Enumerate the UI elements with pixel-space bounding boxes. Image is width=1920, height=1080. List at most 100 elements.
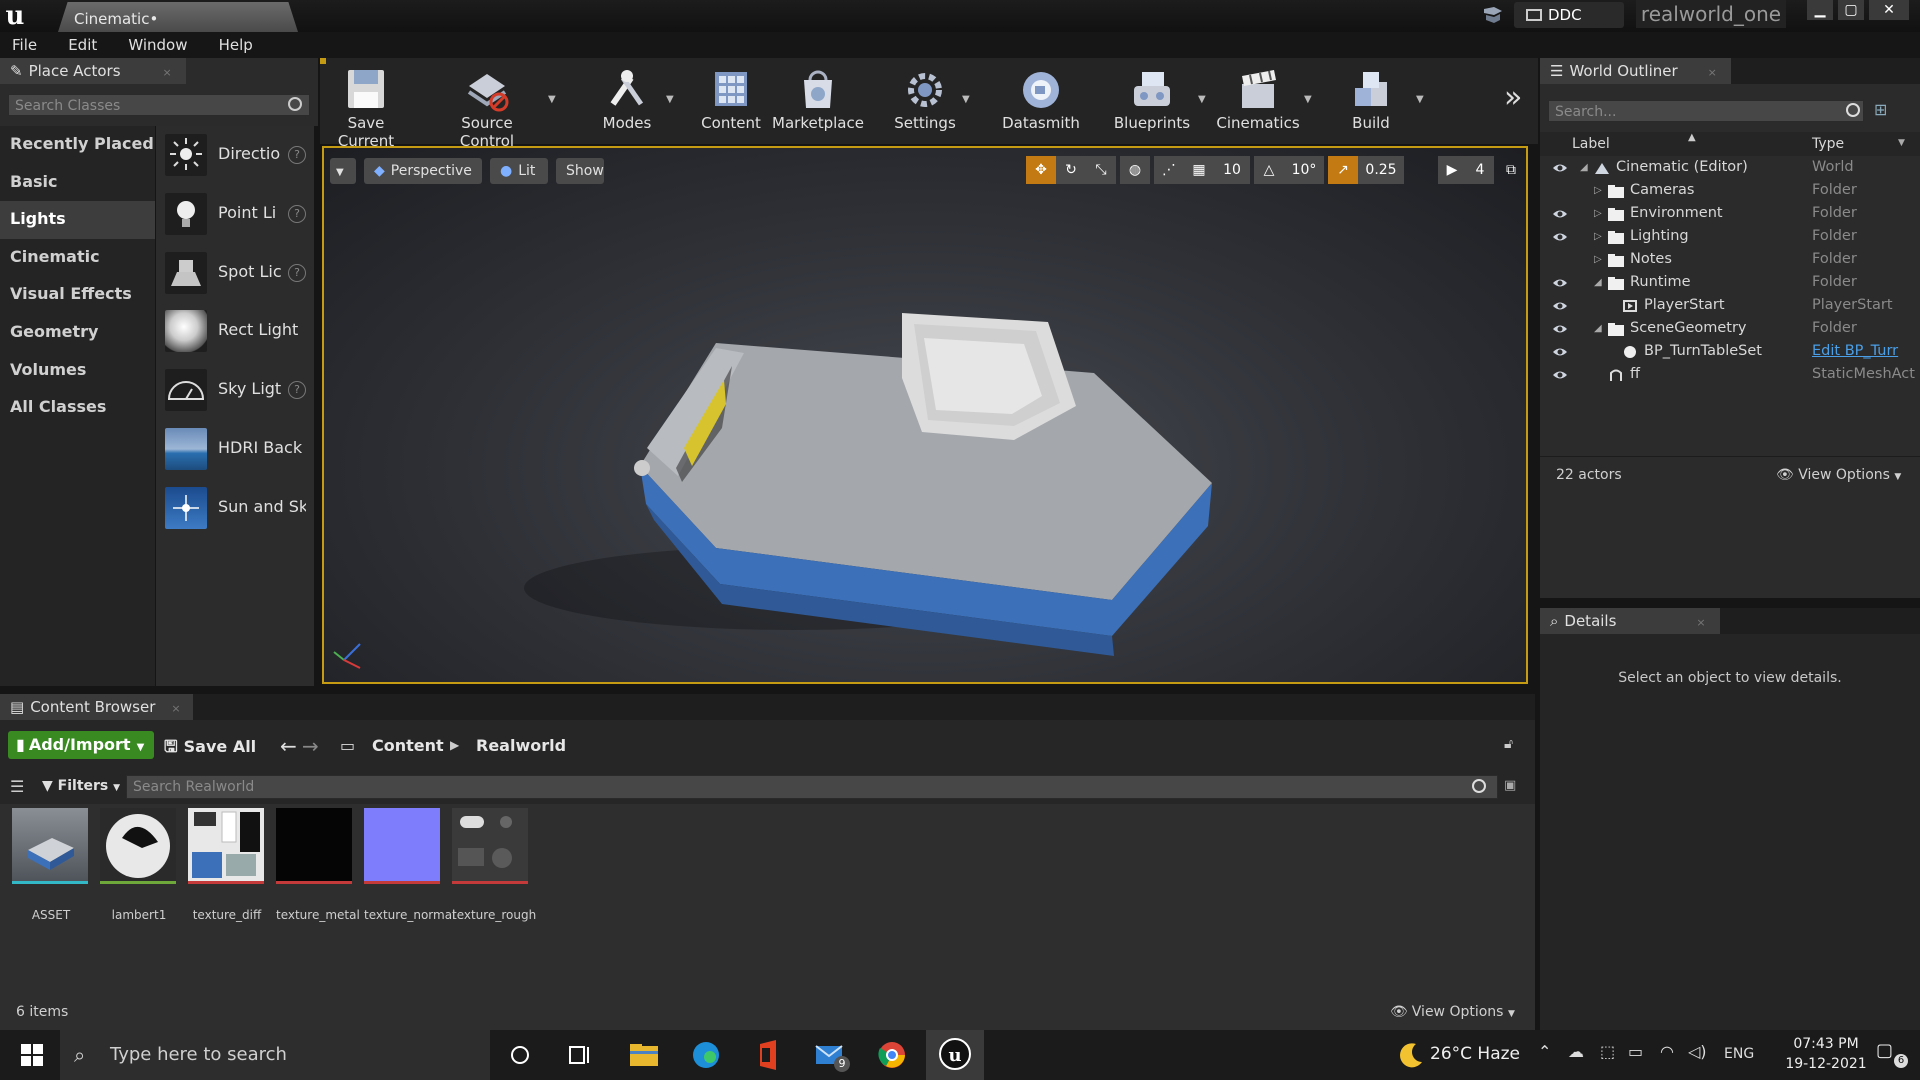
chrome-icon[interactable] [872,1038,912,1072]
outliner-search-input[interactable]: Search... [1548,100,1864,122]
sources-toggle-icon[interactable]: ☰ [10,777,24,796]
cortana-icon[interactable] [500,1038,540,1072]
outliner-row[interactable]: ▷ Environment Folder [1540,202,1920,225]
battery-icon[interactable]: ▭ [1628,1042,1643,1061]
edit-blueprint-link[interactable]: Edit BP_Turr [1812,340,1898,363]
content-view-options-button[interactable]: 👁︎ View Options ▼ [1390,1004,1515,1020]
file-explorer-icon[interactable] [624,1038,664,1072]
outliner-add-icon[interactable]: ⊞ [1874,100,1887,119]
tree-expander-icon[interactable]: ▷ [1594,202,1602,225]
outliner-row[interactable]: ▷ Cameras Folder [1540,179,1920,202]
content-browser-close-icon[interactable]: × [171,702,180,715]
weather-moon-icon[interactable] [1390,1038,1430,1072]
asset-tile[interactable]: texture_normal [364,808,455,922]
tree-expander-icon[interactable]: ▷ [1594,179,1602,202]
outliner-row[interactable]: ▷ Lighting Folder [1540,225,1920,248]
wifi-icon[interactable]: ◠ [1660,1042,1674,1061]
level-viewport[interactable]: ▼ ◆ Perspective ● Lit Show ✥ ↻ ⤡ ◍ ⋰ ▦ 10 … [322,146,1528,684]
world-outliner-tab[interactable]: ☰ World Outliner × [1540,58,1731,84]
save-search-icon[interactable]: ▣ [1504,778,1516,793]
visibility-eye-icon[interactable] [1552,206,1568,220]
visibility-eye-icon[interactable] [1552,160,1568,174]
category-volumes[interactable]: Volumes [0,352,155,390]
input-language[interactable]: ENG [1724,1046,1754,1062]
actor-item-rect-light[interactable]: Rect Light [156,302,314,361]
close-button[interactable]: ✕ [1869,0,1909,20]
actor-item-sun-and-sky[interactable]: Sun and Sk [156,479,314,538]
breadcrumb-realworld[interactable]: Realworld [476,736,566,755]
notifications-icon[interactable]: ▢ 6 [1876,1040,1908,1070]
place-actors-search-input[interactable]: Search Classes [8,94,310,116]
weather-text[interactable]: 26°C Haze [1430,1044,1520,1064]
content-search-input[interactable]: Search Realworld [126,775,1498,799]
outliner-row[interactable]: ◢ Cinematic (Editor) World [1540,156,1920,179]
actor-item-sky-light[interactable]: Sky Ligt ? [156,361,314,420]
volume-icon[interactable]: ◁) [1688,1042,1707,1061]
chevron-down-icon[interactable]: ▼ [1898,138,1905,148]
taskbar-search-input[interactable]: ⌕ Type here to search [60,1030,490,1080]
forward-arrow-icon[interactable]: → [302,734,319,758]
save-all-button[interactable]: 🖫 Save All [164,736,256,763]
outliner-view-options-button[interactable]: 👁︎ View Options ▼ [1776,467,1901,483]
toolbar-source-control[interactable]: Source Control ▼ [432,58,556,150]
mail-icon[interactable]: 9 [810,1038,850,1072]
actor-item-point-light[interactable]: Point Li ? [156,185,314,244]
outliner-row[interactable]: PlayerStart PlayerStart [1540,294,1920,317]
outliner-row[interactable]: ff StaticMeshAct [1540,363,1920,386]
actor-item-spot-light[interactable]: Spot Lic ? [156,244,314,303]
lock-icon[interactable]: 🔓︎ [1504,736,1513,752]
toolbar-blueprints[interactable]: Blueprints ▼ [1102,58,1206,144]
toolbar-more-icon[interactable]: » [1504,80,1522,115]
help-icon[interactable]: ? [288,204,306,223]
office-icon[interactable] [748,1038,788,1072]
chevron-down-icon[interactable]: ▼ [962,94,970,105]
menu-edit[interactable]: Edit [68,32,97,54]
menu-window[interactable]: Window [128,32,187,54]
chevron-down-icon[interactable]: ▼ [1198,94,1206,105]
column-type[interactable]: Type [1812,136,1844,152]
help-icon[interactable]: ? [288,146,306,164]
meet-now-icon[interactable]: ⬚ [1600,1042,1615,1061]
filters-button[interactable]: ▼ Filters ▼ [42,778,120,794]
category-geometry[interactable]: Geometry [0,314,155,352]
actor-item-directional-light[interactable]: Directio ? [156,126,314,185]
category-visual-effects[interactable]: Visual Effects [0,276,155,314]
toolbar-build[interactable]: Build ▼ [1326,58,1424,144]
tree-expander-icon[interactable]: ◢ [1594,271,1602,294]
back-arrow-icon[interactable]: ← [280,734,297,758]
scene-device-model[interactable] [324,148,1526,682]
tree-expander-icon[interactable]: ◢ [1594,317,1602,340]
outliner-close-icon[interactable]: × [1708,66,1717,79]
toolbar-cinematics[interactable]: Cinematics ▼ [1208,58,1312,144]
unreal-logo-icon[interactable]: u [0,0,30,32]
show-hidden-icons-icon[interactable]: ⌃ [1538,1042,1551,1061]
visibility-eye-icon[interactable] [1552,229,1568,243]
help-icon[interactable]: ? [288,263,306,282]
category-lights[interactable]: Lights [0,201,155,239]
outliner-row[interactable]: ▷ Notes Folder [1540,248,1920,271]
add-import-button[interactable]: ▮ Add/Import ▼ [8,731,154,759]
chevron-down-icon[interactable]: ▼ [666,94,674,105]
place-actors-tab[interactable]: ✎ Place Actors × [0,58,186,84]
toolbar-modes[interactable]: Modes ▼ [582,58,674,144]
breadcrumb-content[interactable]: Content [372,736,444,755]
asset-tile[interactable]: texture_metal [276,808,360,922]
toolbar-marketplace[interactable]: Marketplace [768,58,868,144]
chevron-down-icon[interactable]: ▼ [1304,94,1312,105]
asset-tile[interactable]: texture_rough [452,808,536,922]
onedrive-icon[interactable]: ☁ [1568,1042,1584,1061]
tree-expander-icon[interactable]: ▷ [1594,225,1602,248]
visibility-eye-icon[interactable] [1552,275,1568,289]
taskbar-clock[interactable]: 07:43 PM 19-12-2021 [1776,1036,1876,1072]
category-all-classes[interactable]: All Classes [0,389,155,427]
toolbar-content[interactable]: Content [688,58,774,144]
category-recently-placed[interactable]: Recently Placed [0,126,155,164]
place-actors-close-icon[interactable]: × [163,66,172,79]
details-close-icon[interactable]: × [1696,616,1705,629]
task-view-icon[interactable] [560,1038,600,1072]
tree-expander-icon[interactable]: ◢ [1580,156,1588,179]
toolbar-settings[interactable]: Settings ▼ [880,58,970,144]
category-basic[interactable]: Basic [0,164,155,202]
menu-help[interactable]: Help [219,32,253,54]
actor-item-hdri-backdrop[interactable]: HDRI Back [156,420,314,479]
